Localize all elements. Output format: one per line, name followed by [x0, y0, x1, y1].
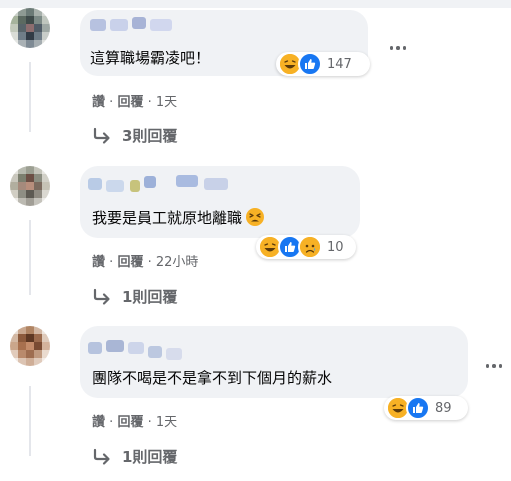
thread-line: [29, 386, 31, 456]
reply-arrow-icon: [93, 127, 110, 144]
author-name-blurred[interactable]: [110, 19, 128, 31]
comment-bubble: 團隊不喝是不是拿不到下個月的薪水: [80, 326, 468, 398]
avatar[interactable]: [10, 166, 50, 206]
timestamp[interactable]: 22小時: [156, 255, 199, 270]
comment-text: 我要是員工就原地離職: [92, 208, 265, 231]
reaction-count: 147: [327, 56, 352, 72]
comment-text: 這算職場霸凌吧！: [90, 49, 211, 67]
separator: ·: [147, 95, 152, 110]
comment-actions: 讚 · 回覆 · 1天: [92, 91, 177, 110]
reaction-summary[interactable]: 10: [256, 235, 356, 259]
reply-arrow-icon: [93, 288, 110, 305]
replies-count-label: 3則回覆: [122, 127, 178, 145]
top-divider: [0, 0, 511, 8]
replies-count-label: 1則回覆: [122, 448, 178, 466]
tired-face-emoji: [246, 208, 265, 231]
like-icon: [406, 396, 430, 420]
comment-actions: 讚 · 回覆 · 1天: [92, 411, 177, 430]
author-name-blurred[interactable]: [130, 180, 140, 192]
author-name-blurred[interactable]: [88, 178, 102, 190]
timestamp[interactable]: 1天: [156, 95, 177, 110]
like-action[interactable]: 讚: [92, 415, 105, 430]
more-options-button[interactable]: [384, 38, 412, 58]
author-name-blurred[interactable]: [106, 180, 124, 192]
like-action[interactable]: 讚: [92, 255, 105, 270]
separator: ·: [109, 415, 114, 430]
author-name-blurred[interactable]: [106, 340, 124, 352]
replies-count-label: 1則回覆: [122, 288, 178, 306]
like-action[interactable]: 讚: [92, 95, 105, 110]
comment-actions: 讚 · 回覆 · 22小時: [92, 251, 198, 270]
separator: ·: [147, 415, 152, 430]
reaction-count: 89: [435, 400, 452, 416]
separator: ·: [109, 255, 114, 270]
reply-arrow-icon: [93, 448, 110, 465]
view-replies-link[interactable]: 1則回覆: [92, 446, 177, 467]
comment-text-content: 我要是員工就原地離職: [92, 209, 243, 227]
reaction-summary[interactable]: 89: [384, 396, 468, 420]
author-name-blurred[interactable]: [128, 342, 144, 354]
author-name-blurred[interactable]: [166, 348, 182, 360]
author-name-blurred[interactable]: [88, 342, 102, 354]
thread-line: [29, 62, 31, 132]
reply-action[interactable]: 回覆: [117, 95, 143, 110]
view-replies-link[interactable]: 1則回覆: [92, 286, 177, 307]
separator: ·: [147, 255, 152, 270]
reply-action[interactable]: 回覆: [117, 415, 143, 430]
view-replies-link[interactable]: 3則回覆: [92, 125, 177, 146]
more-options-button[interactable]: [480, 356, 508, 376]
comment-bubble: 我要是員工就原地離職: [80, 166, 360, 238]
sad-icon: [298, 235, 322, 259]
avatar[interactable]: [10, 326, 50, 366]
author-name-blurred[interactable]: [204, 178, 228, 190]
comment-text: 團隊不喝是不是拿不到下個月的薪水: [92, 369, 333, 387]
author-name-blurred[interactable]: [132, 17, 146, 29]
author-name-blurred[interactable]: [144, 176, 156, 188]
author-name-blurred[interactable]: [90, 19, 106, 31]
reaction-count: 10: [327, 239, 344, 255]
author-name-blurred[interactable]: [150, 19, 172, 31]
like-icon: [298, 52, 322, 76]
timestamp[interactable]: 1天: [156, 415, 177, 430]
separator: ·: [109, 95, 114, 110]
reaction-summary[interactable]: 147: [276, 52, 370, 76]
thread-line: [29, 220, 31, 295]
author-name-blurred[interactable]: [148, 346, 162, 358]
author-name-blurred[interactable]: [176, 175, 198, 187]
avatar[interactable]: [10, 8, 50, 48]
reply-action[interactable]: 回覆: [117, 255, 143, 270]
